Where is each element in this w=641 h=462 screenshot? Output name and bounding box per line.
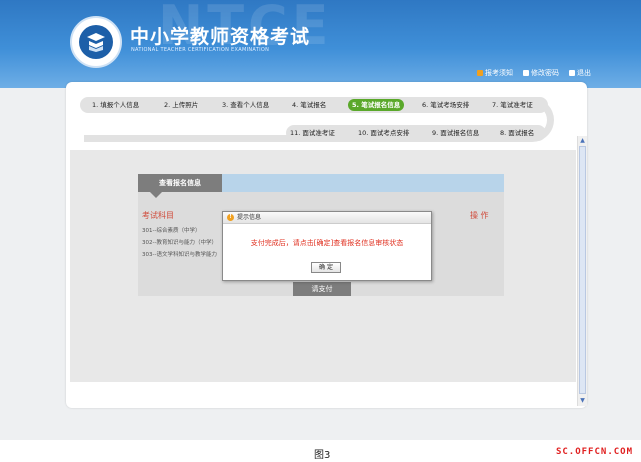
key-icon	[523, 70, 529, 76]
site-watermark: SC.OFFCN.COM	[555, 447, 633, 457]
browser-frame: NTCE 中小学教师资格考试 NATIONAL TEACHER CERTIFIC…	[0, 0, 641, 440]
step-8[interactable]: 8. 面试报名	[496, 127, 538, 139]
pay-button[interactable]: 请支付	[293, 282, 351, 296]
link-change-password[interactable]: 修改密码	[523, 68, 559, 78]
prompt-dialog: ! 提示信息 支付完成后，请点击[确定]查看报名信息审核状态 确 定	[222, 211, 432, 281]
exit-icon	[569, 70, 575, 76]
step-2[interactable]: 2. 上传照片	[160, 99, 202, 111]
ok-button[interactable]: 确 定	[311, 262, 341, 273]
link-label: 报考须知	[485, 69, 513, 77]
info-icon	[477, 70, 483, 76]
vertical-scrollbar[interactable]: ▲ ▼	[577, 136, 587, 406]
main-panel: 1. 填报个人信息 2. 上传照片 3. 查看个人信息 4. 笔试报名 5. 笔…	[66, 82, 587, 408]
link-logout[interactable]: 退出	[569, 68, 591, 78]
card-tab-title: 查看报名信息	[138, 174, 222, 192]
step-4[interactable]: 4. 笔试报名	[288, 99, 330, 111]
scroll-thumb[interactable]	[579, 146, 586, 394]
step-6[interactable]: 6. 笔试考场安排	[418, 99, 473, 111]
link-label: 退出	[577, 69, 591, 77]
step-11[interactable]: 11. 面试准考证	[286, 127, 339, 139]
site-subtitle: NATIONAL TEACHER CERTIFICATION EXAMINATI…	[131, 47, 270, 53]
site-header: NTCE 中小学教师资格考试 NATIONAL TEACHER CERTIFIC…	[0, 0, 641, 88]
dialog-message: 支付完成后，请点击[确定]查看报名信息审核状态	[250, 239, 404, 247]
link-exam-notice[interactable]: 报考须知	[477, 68, 513, 78]
step-1[interactable]: 1. 填报个人信息	[88, 99, 143, 111]
figure-caption: 图3	[314, 450, 331, 461]
scroll-up-icon[interactable]: ▲	[579, 137, 586, 144]
ntce-logo	[70, 16, 122, 68]
step-3[interactable]: 3. 查看个人信息	[218, 99, 273, 111]
column-subject: 考试科目	[142, 211, 174, 220]
subject-item: 302--教育知识与能力（中学）	[142, 240, 217, 246]
link-label: 修改密码	[531, 69, 559, 77]
subject-item: 301--综合素质（中学）	[142, 228, 201, 234]
site-title: 中小学教师资格考试	[130, 26, 311, 48]
dialog-titlebar: ! 提示信息	[223, 212, 431, 224]
step-9[interactable]: 9. 面试报名信息	[428, 127, 483, 139]
steps-progress: 1. 填报个人信息 2. 上传照片 3. 查看个人信息 4. 笔试报名 5. 笔…	[80, 90, 556, 142]
step-7[interactable]: 7. 笔试准考证	[488, 99, 537, 111]
warning-icon: !	[227, 214, 234, 221]
subject-item: 303--语文学科知识与教学能力	[142, 252, 217, 258]
top-links: 报考须知 修改密码 退出	[477, 68, 591, 78]
dialog-title: 提示信息	[237, 214, 262, 221]
scroll-down-icon[interactable]: ▼	[579, 397, 586, 404]
step-10[interactable]: 10. 面试考点安排	[354, 127, 413, 139]
column-action: 操 作	[470, 211, 489, 220]
step-5-active[interactable]: 5. 笔试报名信息	[348, 99, 405, 111]
